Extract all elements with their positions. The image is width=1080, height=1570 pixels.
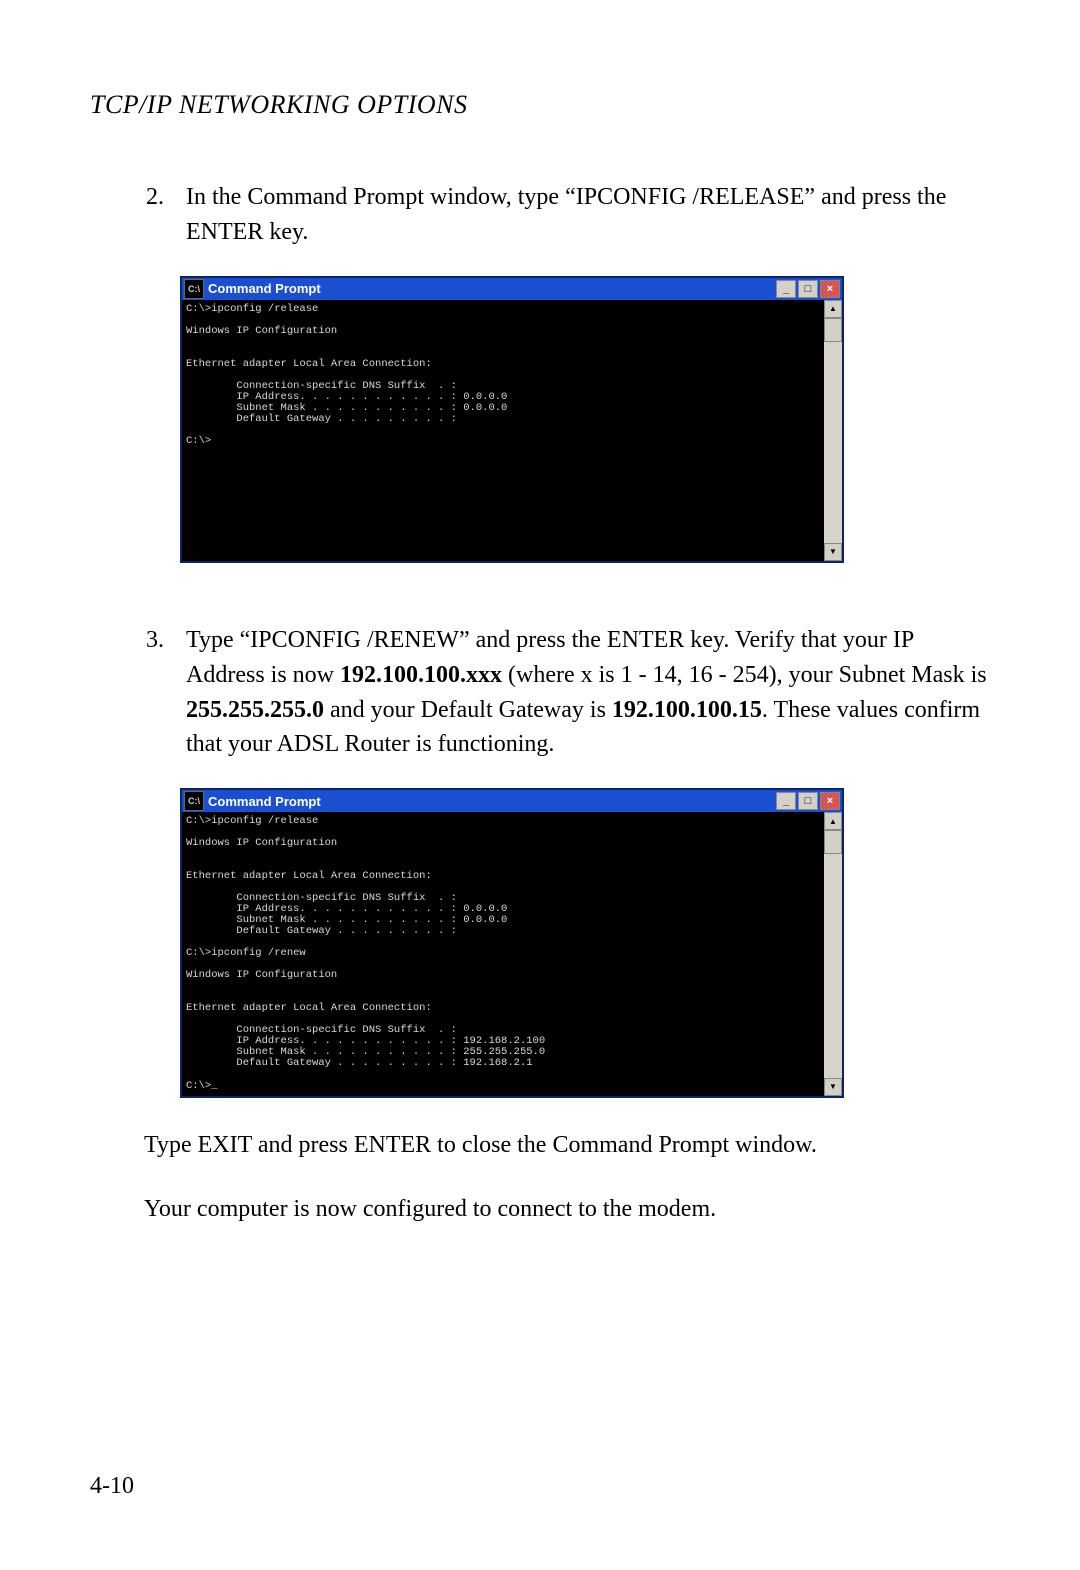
- section-title: TCP/IP NETWORKING OPTIONS: [90, 90, 990, 120]
- text-c: and your Default Gateway is: [324, 697, 612, 723]
- step-text: Type “IPCONFIG /RENEW” and press the ENT…: [186, 623, 990, 762]
- step-3: 3. Type “IPCONFIG /RENEW” and press the …: [144, 623, 990, 762]
- scroll-up-icon[interactable]: ▲: [824, 300, 842, 318]
- cmd-icon: C:\: [184, 279, 204, 299]
- close-button[interactable]: ×: [820, 792, 840, 810]
- step-text: In the Command Prompt window, type “IPCO…: [186, 180, 990, 250]
- scroll-down-icon[interactable]: ▼: [824, 1078, 842, 1096]
- text-b: (where x is 1 - 14, 16 - 254), your Subn…: [502, 662, 987, 688]
- mask-value: 255.255.255.0: [186, 697, 324, 723]
- scroll-track[interactable]: [824, 854, 842, 1077]
- step-2: 2. In the Command Prompt window, type “I…: [144, 180, 990, 250]
- gateway-value: 192.100.100.15: [612, 697, 762, 723]
- close-button[interactable]: ×: [820, 280, 840, 298]
- terminal-output: C:\>ipconfig /release Windows IP Configu…: [182, 300, 824, 561]
- command-prompt-window-renew: C:\ Command Prompt _ □ × C:\>ipconfig /r…: [180, 788, 844, 1097]
- scroll-thumb[interactable]: [824, 830, 842, 854]
- titlebar: C:\ Command Prompt _ □ ×: [182, 278, 842, 300]
- cmd-icon: C:\: [184, 791, 204, 811]
- scroll-down-icon[interactable]: ▼: [824, 543, 842, 561]
- window-title: Command Prompt: [208, 794, 776, 809]
- command-prompt-window-release: C:\ Command Prompt _ □ × C:\>ipconfig /r…: [180, 276, 844, 563]
- scroll-up-icon[interactable]: ▲: [824, 812, 842, 830]
- minimize-button[interactable]: _: [776, 280, 796, 298]
- page-number: 4-10: [90, 1473, 134, 1500]
- para-exit: Type EXIT and press ENTER to close the C…: [144, 1128, 990, 1163]
- maximize-button[interactable]: □: [798, 792, 818, 810]
- scrollbar[interactable]: ▲ ▼: [824, 812, 842, 1095]
- scroll-thumb[interactable]: [824, 318, 842, 342]
- titlebar: C:\ Command Prompt _ □ ×: [182, 790, 842, 812]
- step-number: 2.: [144, 180, 164, 250]
- minimize-button[interactable]: _: [776, 792, 796, 810]
- step-number: 3.: [144, 623, 164, 762]
- scrollbar[interactable]: ▲ ▼: [824, 300, 842, 561]
- maximize-button[interactable]: □: [798, 280, 818, 298]
- para-configured: Your computer is now configured to conne…: [144, 1192, 990, 1227]
- scroll-track[interactable]: [824, 342, 842, 543]
- terminal-output: C:\>ipconfig /release Windows IP Configu…: [182, 812, 824, 1095]
- window-title: Command Prompt: [208, 281, 776, 296]
- ip-value: 192.100.100.xxx: [340, 662, 502, 688]
